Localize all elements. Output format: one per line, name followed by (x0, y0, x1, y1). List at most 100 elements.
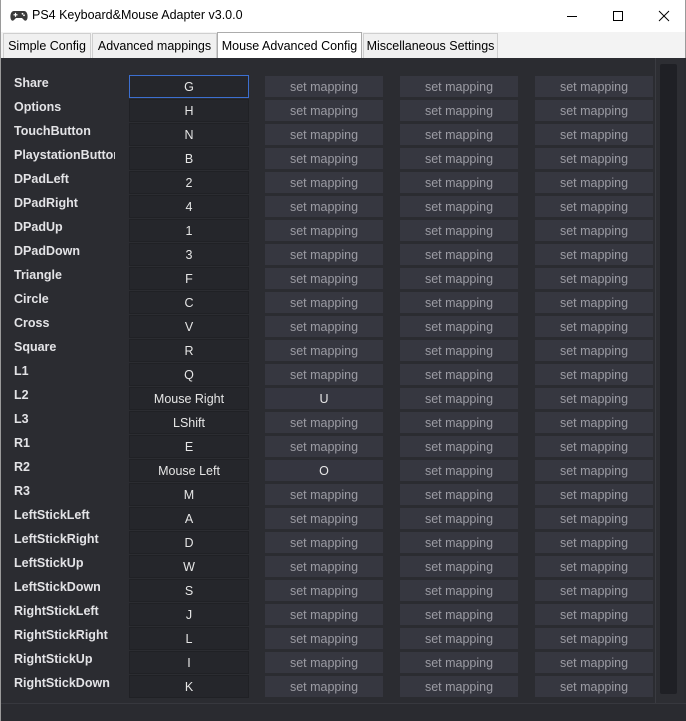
set-mapping-button[interactable]: set mapping (534, 411, 654, 434)
set-mapping-button[interactable]: set mapping (534, 147, 654, 170)
mapping-button[interactable]: G (129, 75, 249, 98)
set-mapping-button[interactable]: set mapping (399, 387, 519, 410)
tab-simple-config[interactable]: Simple Config (3, 33, 91, 58)
mapping-button[interactable]: Mouse Right (129, 387, 249, 410)
set-mapping-button[interactable]: set mapping (399, 291, 519, 314)
mapping-button[interactable]: B (129, 147, 249, 170)
set-mapping-button[interactable]: set mapping (264, 435, 384, 458)
mapping-button[interactable]: M (129, 483, 249, 506)
vertical-scrollbar-thumb[interactable] (660, 64, 677, 694)
set-mapping-button[interactable]: set mapping (534, 627, 654, 650)
set-mapping-button[interactable]: set mapping (264, 147, 384, 170)
set-mapping-button[interactable]: set mapping (264, 99, 384, 122)
set-mapping-button[interactable]: set mapping (534, 651, 654, 674)
set-mapping-button[interactable]: set mapping (534, 483, 654, 506)
mapping-button[interactable]: 3 (129, 243, 249, 266)
set-mapping-button[interactable]: set mapping (264, 339, 384, 362)
mapping-button[interactable]: 4 (129, 195, 249, 218)
tab-mouse-advanced-config[interactable]: Mouse Advanced Config (217, 32, 362, 58)
set-mapping-button[interactable]: set mapping (264, 219, 384, 242)
set-mapping-button[interactable]: set mapping (399, 555, 519, 578)
set-mapping-button[interactable]: set mapping (534, 339, 654, 362)
set-mapping-button[interactable]: set mapping (399, 267, 519, 290)
set-mapping-button[interactable]: set mapping (534, 123, 654, 146)
set-mapping-button[interactable]: set mapping (534, 387, 654, 410)
set-mapping-button[interactable]: set mapping (264, 627, 384, 650)
set-mapping-button[interactable]: set mapping (534, 315, 654, 338)
set-mapping-button[interactable]: set mapping (534, 195, 654, 218)
set-mapping-button[interactable]: set mapping (264, 675, 384, 698)
set-mapping-button[interactable]: set mapping (399, 507, 519, 530)
set-mapping-button[interactable]: set mapping (534, 675, 654, 698)
mapping-button[interactable]: Mouse Left (129, 459, 249, 482)
set-mapping-button[interactable]: set mapping (264, 267, 384, 290)
mapping-button[interactable]: U (264, 387, 384, 410)
set-mapping-button[interactable]: set mapping (264, 651, 384, 674)
mapping-button[interactable]: 1 (129, 219, 249, 242)
mapping-button[interactable]: H (129, 99, 249, 122)
set-mapping-button[interactable]: set mapping (399, 651, 519, 674)
set-mapping-button[interactable]: set mapping (399, 99, 519, 122)
set-mapping-button[interactable]: set mapping (264, 315, 384, 338)
mapping-button[interactable]: K (129, 675, 249, 698)
set-mapping-button[interactable]: set mapping (399, 411, 519, 434)
set-mapping-button[interactable]: set mapping (264, 291, 384, 314)
set-mapping-button[interactable]: set mapping (264, 123, 384, 146)
set-mapping-button[interactable]: set mapping (534, 99, 654, 122)
tab-advanced-mappings[interactable]: Advanced mappings (92, 33, 217, 58)
set-mapping-button[interactable]: set mapping (399, 435, 519, 458)
set-mapping-button[interactable]: set mapping (534, 219, 654, 242)
set-mapping-button[interactable]: set mapping (534, 291, 654, 314)
set-mapping-button[interactable]: set mapping (399, 579, 519, 602)
mapping-button[interactable]: W (129, 555, 249, 578)
set-mapping-button[interactable]: set mapping (264, 411, 384, 434)
set-mapping-button[interactable]: set mapping (534, 363, 654, 386)
set-mapping-button[interactable]: set mapping (264, 243, 384, 266)
mapping-button[interactable]: D (129, 531, 249, 554)
set-mapping-button[interactable]: set mapping (399, 147, 519, 170)
set-mapping-button[interactable]: set mapping (399, 171, 519, 194)
set-mapping-button[interactable]: set mapping (534, 243, 654, 266)
set-mapping-button[interactable]: set mapping (264, 579, 384, 602)
set-mapping-button[interactable]: set mapping (264, 483, 384, 506)
set-mapping-button[interactable]: set mapping (264, 195, 384, 218)
set-mapping-button[interactable]: set mapping (534, 603, 654, 626)
minimize-button[interactable] (549, 0, 595, 32)
mapping-button[interactable]: V (129, 315, 249, 338)
mapping-button[interactable]: I (129, 651, 249, 674)
set-mapping-button[interactable]: set mapping (264, 363, 384, 386)
mapping-button[interactable]: N (129, 123, 249, 146)
set-mapping-button[interactable]: set mapping (534, 459, 654, 482)
set-mapping-button[interactable]: set mapping (399, 675, 519, 698)
set-mapping-button[interactable]: set mapping (399, 627, 519, 650)
mapping-button[interactable]: L (129, 627, 249, 650)
set-mapping-button[interactable]: set mapping (399, 459, 519, 482)
set-mapping-button[interactable]: set mapping (534, 171, 654, 194)
set-mapping-button[interactable]: set mapping (399, 531, 519, 554)
mapping-button[interactable]: F (129, 267, 249, 290)
set-mapping-button[interactable]: set mapping (534, 267, 654, 290)
set-mapping-button[interactable]: set mapping (399, 339, 519, 362)
set-mapping-button[interactable]: set mapping (264, 555, 384, 578)
set-mapping-button[interactable]: set mapping (264, 171, 384, 194)
set-mapping-button[interactable]: set mapping (399, 603, 519, 626)
mapping-button[interactable]: J (129, 603, 249, 626)
set-mapping-button[interactable]: set mapping (399, 123, 519, 146)
set-mapping-button[interactable]: set mapping (534, 435, 654, 458)
set-mapping-button[interactable]: set mapping (399, 315, 519, 338)
set-mapping-button[interactable]: set mapping (264, 75, 384, 98)
maximize-button[interactable] (595, 0, 641, 32)
set-mapping-button[interactable]: set mapping (399, 219, 519, 242)
set-mapping-button[interactable]: set mapping (399, 483, 519, 506)
set-mapping-button[interactable]: set mapping (399, 195, 519, 218)
horizontal-scrollbar[interactable] (1, 703, 686, 721)
close-button[interactable] (641, 0, 686, 32)
set-mapping-button[interactable]: set mapping (534, 507, 654, 530)
set-mapping-button[interactable]: set mapping (534, 579, 654, 602)
mapping-button[interactable]: 2 (129, 171, 249, 194)
tab-miscellaneous-settings[interactable]: Miscellaneous Settings (363, 33, 498, 58)
set-mapping-button[interactable]: set mapping (264, 531, 384, 554)
mapping-button[interactable]: C (129, 291, 249, 314)
set-mapping-button[interactable]: set mapping (264, 603, 384, 626)
mapping-button[interactable]: LShift (129, 411, 249, 434)
